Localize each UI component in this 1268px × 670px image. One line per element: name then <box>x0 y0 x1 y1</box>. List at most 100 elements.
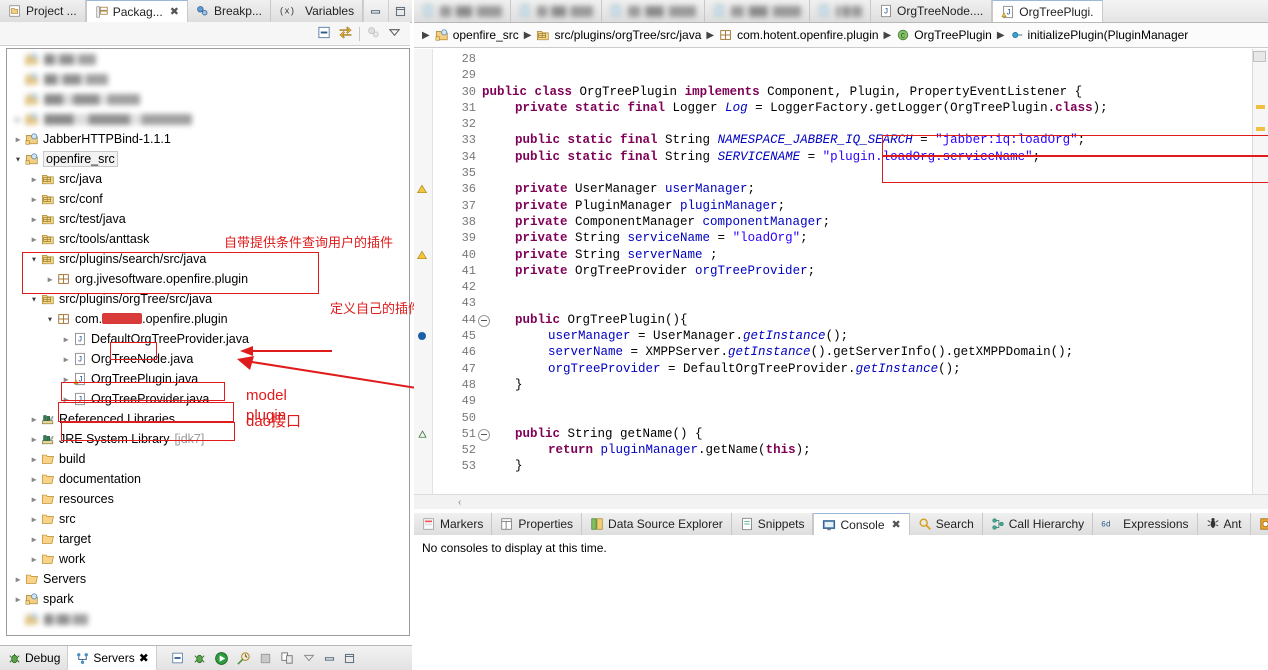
tree-item[interactable]: documentation <box>7 469 409 489</box>
tree-twisty-collapsed[interactable] <box>59 335 73 344</box>
tab-variables[interactable]: (x)= Variables <box>270 0 364 22</box>
tree-twisty-expanded[interactable] <box>27 255 41 264</box>
tab-project[interactable]: Project ... <box>0 0 86 22</box>
tree-twisty-collapsed[interactable] <box>11 595 25 604</box>
statusbar-tab-servers[interactable]: Servers ✖ <box>68 646 157 670</box>
editor-tab-blurred-3[interactable] <box>705 0 810 22</box>
package-explorer-tree[interactable]: JabberHTTPBind-1.1.1 openfire_src src/java… <box>6 48 410 636</box>
breadcrumb[interactable]: ▶ openfire_src ▶ src/plugins/orgTree/src/ja… <box>414 23 1268 48</box>
minimize-icon[interactable] <box>363 0 387 22</box>
tree-twisty-collapsed[interactable] <box>27 495 41 504</box>
warning-marker[interactable] <box>416 183 428 200</box>
tree-twisty-collapsed[interactable] <box>27 555 41 564</box>
tab-packag[interactable]: Packag... ✖ <box>85 0 188 22</box>
tree-item[interactable] <box>7 609 409 629</box>
editor-tab-blurred-1[interactable] <box>511 0 602 22</box>
tree-item[interactable]: target <box>7 529 409 549</box>
tree-twisty-collapsed[interactable] <box>59 355 73 364</box>
editor-tab-orgtreeplugi[interactable]: J OrgTreePlugi. <box>992 0 1103 22</box>
tree-twisty-collapsed[interactable] <box>59 395 73 404</box>
tree-twisty-collapsed[interactable] <box>59 375 73 384</box>
bottom-tab-data-source-explorer[interactable]: Data Source Explorer <box>582 513 732 535</box>
minimize-icon[interactable] <box>323 652 336 665</box>
tree-item[interactable]: spark <box>7 589 409 609</box>
bottom-tab-markers[interactable]: Markers <box>414 513 493 535</box>
bottom-tab-snippets[interactable]: Snippets <box>731 513 814 535</box>
warning-marker[interactable] <box>416 249 428 266</box>
publish-icon[interactable] <box>280 651 295 666</box>
link-with-editor-icon[interactable] <box>338 25 353 43</box>
breadcrumb-item-orgtreeplugin[interactable]: C OrgTreePlugin <box>896 28 992 42</box>
breadcrumb-item-com-hotent-openfire-plugin[interactable]: com.hotent.openfire.plugin <box>719 28 879 42</box>
bottom-tab-properties[interactable]: Properties <box>492 513 583 535</box>
collapse-all-icon[interactable] <box>317 25 332 43</box>
tree-item[interactable]: src/test/java <box>7 209 409 229</box>
tree-item[interactable]: src/conf <box>7 189 409 209</box>
bottom-tab-svn[interactable]: SVN <box>1250 513 1268 535</box>
editor-overview-ruler[interactable] <box>1252 49 1268 509</box>
java-source-editor[interactable]: 28 29 30 public class OrgTreePlugin impleme… <box>414 49 1268 509</box>
tree-twisty-collapsed[interactable] <box>43 275 57 284</box>
tree-item[interactable]: src <box>7 509 409 529</box>
overview-warning-mark[interactable] <box>1256 105 1265 109</box>
view-menu-icon[interactable] <box>302 651 316 665</box>
stop-server-icon[interactable] <box>258 651 273 666</box>
maximize-icon[interactable] <box>387 0 412 22</box>
tree-item[interactable]: JabberHTTPBind-1.1.1 <box>7 129 409 149</box>
tree-item[interactable]: J DefaultOrgTreeProvider.java <box>7 329 409 349</box>
tree-item[interactable]: build <box>7 449 409 469</box>
overview-warning-mark[interactable] <box>1256 127 1265 131</box>
tree-item[interactable] <box>7 49 409 69</box>
debug-server-icon[interactable] <box>192 651 207 666</box>
tree-twisty-collapsed[interactable] <box>27 455 41 464</box>
start-server-icon[interactable] <box>214 651 229 666</box>
tree-twisty-expanded[interactable] <box>43 315 57 324</box>
tree-twisty-collapsed[interactable] <box>11 115 25 124</box>
collapse-all-icon[interactable] <box>171 651 185 665</box>
tree-item[interactable]: org.jivesoftware.openfire.plugin <box>7 269 409 289</box>
tree-item[interactable]: src/java <box>7 169 409 189</box>
bottom-tab-search[interactable]: Search <box>909 513 983 535</box>
tree-twisty-collapsed[interactable] <box>27 515 41 524</box>
tree-twisty-collapsed[interactable] <box>27 435 41 444</box>
tree-item[interactable]: work <box>7 549 409 569</box>
tree-item[interactable] <box>7 109 409 129</box>
tree-item[interactable]: openfire_src <box>7 149 409 169</box>
bottom-tab-ant[interactable]: Ant <box>1197 513 1251 535</box>
tree-twisty-collapsed[interactable] <box>27 215 41 224</box>
view-menu-icon[interactable] <box>387 25 402 43</box>
bottom-tab-expressions[interactable]: 6d Expressions <box>1093 513 1198 535</box>
editor-tab-blurred-4[interactable] <box>810 0 871 22</box>
tree-twisty-expanded[interactable] <box>27 295 41 304</box>
tree-item[interactable]: src/plugins/search/src/java <box>7 249 409 269</box>
tree-twisty-collapsed[interactable] <box>27 195 41 204</box>
bottom-tab-console[interactable]: Console ✖ <box>813 513 910 535</box>
tree-twisty-collapsed[interactable] <box>27 175 41 184</box>
tree-item[interactable]: resources <box>7 489 409 509</box>
tree-twisty-collapsed[interactable] <box>27 235 41 244</box>
tree-twisty-collapsed[interactable] <box>27 415 41 424</box>
tree-item[interactable]: Servers <box>7 569 409 589</box>
tree-item[interactable]: JRE System Library [jdk7] <box>7 429 409 449</box>
tree-item[interactable] <box>7 89 409 109</box>
editor-tab-blurred-0[interactable] <box>414 0 511 22</box>
close-icon[interactable]: ✖ <box>170 5 179 18</box>
tree-twisty-collapsed[interactable] <box>11 135 25 144</box>
tree-twisty-collapsed[interactable] <box>27 475 41 484</box>
scroll-left-arrow[interactable]: ‹ <box>458 497 461 508</box>
maximize-icon[interactable] <box>343 652 356 665</box>
focus-on-active-task-icon[interactable] <box>366 25 381 43</box>
breadcrumb-item-openfire-src[interactable]: openfire_src <box>435 28 519 42</box>
breadcrumb-item-initializeplugin-pluginmanager[interactable]: initializePlugin(PluginManager <box>1010 28 1188 42</box>
editor-tab-orgtreenode[interactable]: J OrgTreeNode.... <box>871 0 993 22</box>
breakpoint-marker[interactable] <box>418 332 426 341</box>
bottom-tab-call-hierarchy[interactable]: Call Hierarchy <box>982 513 1094 535</box>
editor-horizontal-scrollbar[interactable]: ‹ <box>414 494 1268 509</box>
editor-tab-blurred-2[interactable] <box>602 0 705 22</box>
close-icon[interactable]: ✖ <box>892 518 901 531</box>
tree-item[interactable] <box>7 69 409 89</box>
breadcrumb-item-src-plugins-orgtree-src-java[interactable]: src/plugins/orgTree/src/java <box>536 28 701 42</box>
statusbar-tab-debug[interactable]: Debug <box>0 646 69 670</box>
tree-twisty-collapsed[interactable] <box>27 535 41 544</box>
close-icon[interactable]: ✖ <box>139 651 149 665</box>
